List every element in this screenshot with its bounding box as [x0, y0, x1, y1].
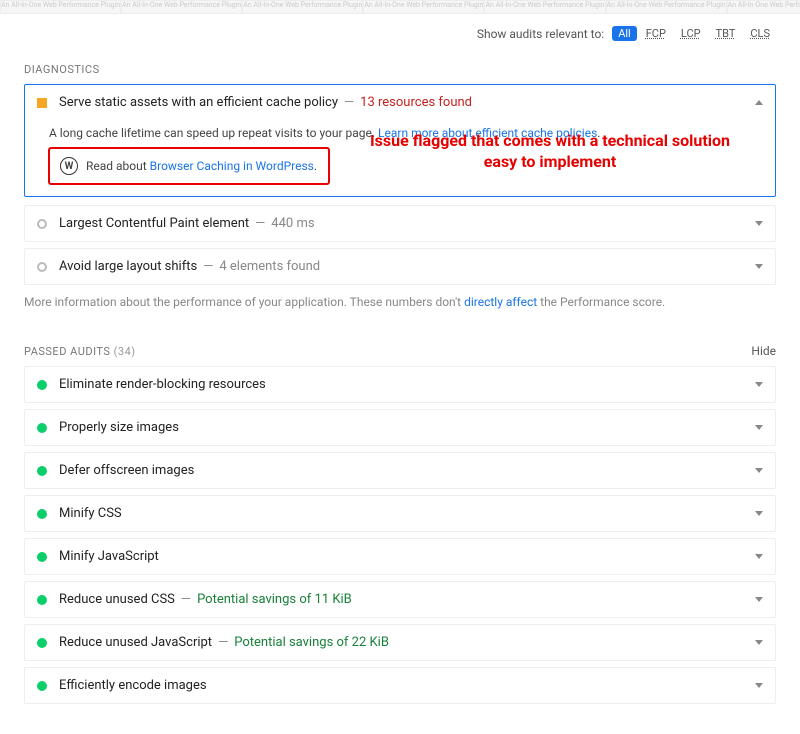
audit-row[interactable]: Largest Contentful Paint element — 440 ms [24, 205, 776, 242]
dash-icon: — [203, 259, 213, 274]
chevron-down-icon [755, 683, 763, 688]
directly-affect-link[interactable]: directly affect [464, 295, 537, 309]
audit-row[interactable]: Minify CSS [24, 495, 776, 532]
audit-title: Avoid large layout shifts [59, 259, 197, 274]
chevron-down-icon [755, 468, 763, 473]
filter-pill-lcp[interactable]: LCP [675, 26, 707, 41]
circle-green-icon [37, 681, 47, 691]
chevron-up-icon [755, 100, 763, 105]
audit-title: Eliminate render-blocking resources [59, 377, 266, 392]
circle-green-icon [37, 638, 47, 648]
audit-row[interactable]: Minify JavaScript [24, 538, 776, 575]
audit-row[interactable]: Defer offscreen images [24, 452, 776, 489]
audit-meta: Potential savings of 11 KiB [197, 592, 352, 607]
circle-green-icon [37, 595, 47, 605]
diagnostics-heading: DIAGNOSTICS [24, 63, 776, 76]
audit-meta: 440 ms [271, 216, 314, 231]
audit-title: Reduce unused CSS [59, 592, 175, 607]
audit-title: Defer offscreen images [59, 463, 194, 478]
filter-pill-cls[interactable]: CLS [744, 26, 776, 41]
dash-icon: — [218, 635, 228, 650]
dash-icon: — [255, 216, 265, 231]
infobox-link[interactable]: Browser Caching in WordPress [150, 159, 314, 173]
audit-title: Minify JavaScript [59, 549, 159, 564]
hide-button[interactable]: Hide [751, 344, 776, 358]
circle-green-icon [37, 509, 47, 519]
audit-meta: 13 resources found [360, 95, 472, 110]
square-orange-icon [37, 98, 47, 108]
audit-row[interactable]: Reduce unused JavaScript — Potential savin… [24, 624, 776, 661]
audit-row[interactable]: Efficiently encode images [24, 667, 776, 704]
circle-gray-icon [37, 219, 47, 229]
audit-row[interactable]: Properly size images [24, 409, 776, 446]
circle-green-icon [37, 552, 47, 562]
chevron-down-icon [755, 554, 763, 559]
audit-meta: Potential savings of 22 KiB [234, 635, 389, 650]
filter-label: Show audits relevant to: [477, 27, 604, 41]
chevron-down-icon [755, 597, 763, 602]
circle-green-icon [37, 380, 47, 390]
chevron-down-icon [755, 511, 763, 516]
infobox-text: Read about [86, 159, 150, 173]
chevron-down-icon [755, 264, 763, 269]
audit-title: Reduce unused JavaScript [59, 635, 212, 650]
filter-pill-tbt[interactable]: TBT [710, 26, 742, 41]
circle-green-icon [37, 466, 47, 476]
audit-title: Largest Contentful Paint element [59, 216, 249, 231]
chevron-down-icon [755, 221, 763, 226]
filter-pill-all[interactable]: All [612, 26, 637, 41]
filter-pill-fcp[interactable]: FCP [640, 26, 672, 41]
audit-meta: 4 elements found [219, 259, 320, 274]
audit-title: Properly size images [59, 420, 179, 435]
dash-icon: — [181, 592, 191, 607]
dash-icon: — [344, 95, 354, 110]
audit-title: Efficiently encode images [59, 678, 207, 693]
audit-description-text: A long cache lifetime can speed up repea… [49, 126, 378, 140]
faded-header-band: An All-In-One Web Performance PluginAn A… [0, 0, 800, 14]
circle-green-icon [37, 423, 47, 433]
audit-row[interactable]: Eliminate render-blocking resources [24, 366, 776, 403]
chevron-down-icon [755, 425, 763, 430]
circle-gray-icon [37, 262, 47, 272]
wordpress-infobox: W Read about Browser Caching in WordPres… [49, 148, 329, 184]
audit-filter-row: Show audits relevant to: All FCP LCP TBT… [24, 20, 776, 53]
audit-row[interactable]: Reduce unused CSS — Potential savings of 1… [24, 581, 776, 618]
audit-row[interactable]: Avoid large layout shifts — 4 elements fou… [24, 248, 776, 285]
learn-more-link[interactable]: Learn more about efficient cache policie… [378, 126, 597, 140]
chevron-down-icon [755, 382, 763, 387]
audit-title: Serve static assets with an efficient ca… [59, 95, 338, 110]
passed-audits-heading: PASSED AUDITS (34) [24, 345, 136, 358]
audit-cache-policy[interactable]: Serve static assets with an efficient ca… [24, 84, 776, 197]
wordpress-icon: W [60, 157, 78, 175]
audit-cache-policy-header[interactable]: Serve static assets with an efficient ca… [25, 85, 775, 120]
diagnostics-footer: More information about the performance o… [24, 295, 776, 309]
audit-title: Minify CSS [59, 506, 122, 521]
audit-cache-policy-body: A long cache lifetime can speed up repea… [25, 120, 775, 196]
chevron-down-icon [755, 640, 763, 645]
